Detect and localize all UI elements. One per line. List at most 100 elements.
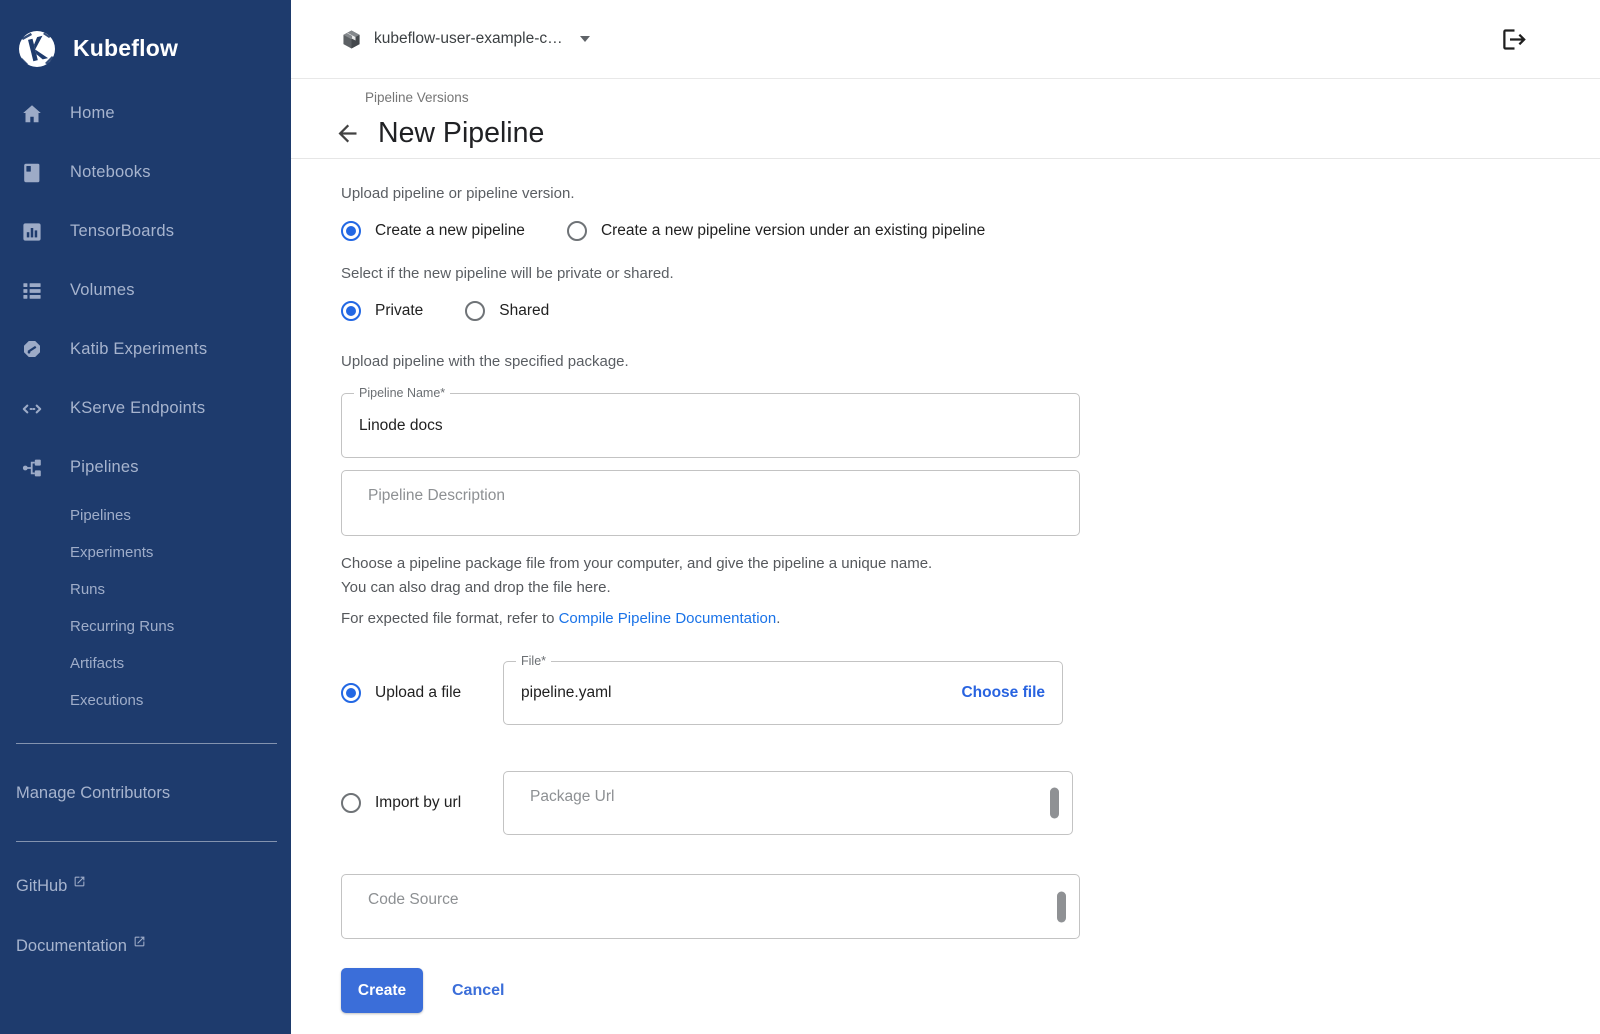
file-help-line2: You can also drag and drop the file here…	[341, 579, 611, 596]
top-bar: kubeflow-user-example-c…	[291, 0, 1600, 79]
cancel-button[interactable]: Cancel	[452, 982, 504, 1000]
page-header: Pipeline Versions New Pipeline	[291, 79, 1600, 159]
subnav-item-label: Executions	[70, 692, 143, 709]
tensorboards-icon	[20, 220, 44, 244]
sidebar-divider	[16, 841, 277, 842]
pipelines-subnav: Pipelines Experiments Runs Recurring Run…	[0, 497, 291, 719]
radio-shared[interactable]	[465, 301, 485, 321]
notebooks-icon	[20, 161, 44, 185]
sidebar-item-notebooks[interactable]: Notebooks	[0, 143, 291, 202]
import-url-row: Import by url	[341, 771, 1600, 835]
radio-upload-file[interactable]	[341, 683, 361, 703]
compile-pipeline-documentation-link[interactable]: Compile Pipeline Documentation	[559, 610, 777, 627]
sidebar-divider	[16, 743, 277, 744]
manage-contributors-label: Manage Contributors	[16, 784, 170, 803]
github-label: GitHub	[16, 877, 67, 896]
breadcrumb[interactable]: Pipeline Versions	[365, 90, 469, 105]
back-arrow-icon[interactable]	[334, 120, 361, 147]
file-field[interactable]: File* Choose file	[503, 661, 1063, 725]
subnav-item-experiments[interactable]: Experiments	[0, 534, 291, 571]
radio-private[interactable]	[341, 301, 361, 321]
cube-icon	[340, 28, 363, 51]
pipeline-description-field[interactable]	[341, 470, 1080, 536]
subnav-item-label: Runs	[70, 581, 105, 598]
visibility-section-label: Select if the new pipeline will be priva…	[341, 265, 1600, 282]
subnav-item-label: Pipelines	[70, 507, 131, 524]
format-help-text: For expected file format, refer to Compi…	[341, 610, 1600, 627]
external-link-icon	[133, 935, 146, 948]
pipeline-description-input[interactable]	[342, 471, 1079, 535]
radio-create-new-pipeline-label[interactable]: Create a new pipeline	[375, 222, 525, 240]
documentation-label: Documentation	[16, 937, 127, 956]
radio-import-url[interactable]	[341, 793, 361, 813]
sidebar-item-label: TensorBoards	[70, 222, 174, 241]
sidebar-item-label: Katib Experiments	[70, 340, 207, 359]
pipelines-icon	[20, 456, 44, 480]
namespace-selector[interactable]: kubeflow-user-example-c…	[340, 28, 590, 51]
katib-icon	[20, 338, 44, 362]
kubeflow-logo[interactable]: Kubeflow	[0, 0, 291, 78]
radio-private-label[interactable]: Private	[375, 302, 423, 320]
subnav-item-recurring-runs[interactable]: Recurring Runs	[0, 608, 291, 645]
code-source-field[interactable]	[341, 874, 1080, 939]
radio-create-new-version[interactable]	[567, 221, 587, 241]
chevron-down-icon	[580, 36, 590, 42]
sidebar-item-home[interactable]: Home	[0, 84, 291, 143]
home-icon	[20, 102, 44, 126]
subnav-item-executions[interactable]: Executions	[0, 682, 291, 719]
radio-shared-label[interactable]: Shared	[499, 302, 549, 320]
radio-create-new-pipeline[interactable]	[341, 221, 361, 241]
sidebar-item-label: Home	[70, 104, 115, 123]
volumes-icon	[20, 279, 44, 303]
sidebar-item-label: KServe Endpoints	[70, 399, 205, 418]
logout-icon[interactable]	[1501, 26, 1528, 53]
sidebar-item-kserve-endpoints[interactable]: KServe Endpoints	[0, 379, 291, 438]
sidebar-item-documentation[interactable]: Documentation	[0, 916, 291, 976]
sidebar: Kubeflow Home Notebooks	[0, 0, 291, 1034]
upload-file-row: Upload a file File* Choose file	[341, 661, 1600, 725]
sidebar-nav: Home Notebooks TensorBoards	[0, 84, 291, 719]
radio-import-url-label[interactable]: Import by url	[375, 794, 461, 812]
page-title: New Pipeline	[378, 117, 544, 150]
pipeline-name-label: Pipeline Name*	[354, 386, 450, 400]
sidebar-item-label: Notebooks	[70, 163, 151, 182]
format-suffix: .	[776, 610, 780, 627]
radio-upload-file-label[interactable]: Upload a file	[375, 684, 461, 702]
scrollbar-thumb[interactable]	[1050, 788, 1059, 819]
format-prefix: For expected file format, refer to	[341, 610, 559, 627]
radio-create-new-version-label[interactable]: Create a new pipeline version under an e…	[601, 222, 985, 240]
sidebar-item-github[interactable]: GitHub	[0, 856, 291, 916]
subnav-item-label: Recurring Runs	[70, 618, 174, 635]
sidebar-item-label: Volumes	[70, 281, 135, 300]
subnav-item-pipelines[interactable]: Pipelines	[0, 497, 291, 534]
subnav-item-runs[interactable]: Runs	[0, 571, 291, 608]
package-url-input[interactable]	[504, 772, 1072, 834]
subnav-item-label: Experiments	[70, 544, 153, 561]
namespace-label: kubeflow-user-example-c…	[374, 30, 563, 48]
kserve-icon	[20, 397, 44, 421]
sidebar-item-volumes[interactable]: Volumes	[0, 261, 291, 320]
kubeflow-wordmark: Kubeflow	[73, 35, 178, 62]
create-button[interactable]: Create	[341, 968, 423, 1013]
scrollbar-thumb[interactable]	[1057, 891, 1066, 922]
new-pipeline-form: Upload pipeline or pipeline version. Cre…	[291, 159, 1600, 1013]
package-url-field[interactable]	[503, 771, 1073, 835]
subnav-item-artifacts[interactable]: Artifacts	[0, 645, 291, 682]
file-help-text: Choose a pipeline package file from your…	[341, 552, 1600, 600]
pipeline-name-field[interactable]: Pipeline Name*	[341, 393, 1080, 458]
external-link-icon	[73, 875, 86, 888]
sidebar-item-pipelines[interactable]: Pipelines	[0, 438, 291, 497]
pipeline-type-radio-group: Create a new pipeline Create a new pipel…	[341, 211, 1600, 251]
sidebar-item-katib-experiments[interactable]: Katib Experiments	[0, 320, 291, 379]
main-area: kubeflow-user-example-c… Pipeline Versio…	[291, 0, 1600, 1034]
pipeline-name-input[interactable]	[342, 394, 1079, 457]
code-source-input[interactable]	[342, 875, 1079, 938]
sidebar-item-manage-contributors[interactable]: Manage Contributors	[0, 769, 291, 817]
sidebar-item-tensorboards[interactable]: TensorBoards	[0, 202, 291, 261]
choose-file-button[interactable]: Choose file	[961, 684, 1045, 702]
visibility-radio-group: Private Shared	[341, 291, 1600, 331]
file-field-label: File*	[516, 654, 551, 668]
package-section-label: Upload pipeline with the specified packa…	[341, 353, 1600, 370]
sidebar-item-label: Pipelines	[70, 458, 139, 477]
file-help-line1: Choose a pipeline package file from your…	[341, 555, 932, 572]
